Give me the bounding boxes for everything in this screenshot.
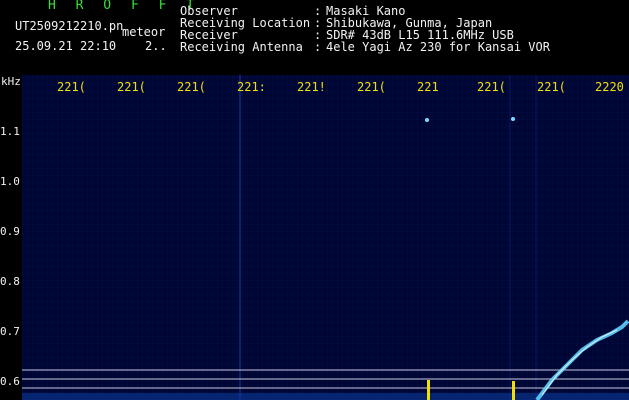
time-tick: 2220 [595,80,624,94]
time-tick: 221! [297,80,326,94]
info-antenna: Receiving Antenna:4ele Yagi Az 230 for K… [180,40,550,54]
time-tick: 221( [537,80,566,94]
spectrogram-plot [22,75,629,400]
freq-tick: 0.8 [0,275,20,288]
freq-tick: 1.1 [0,125,20,138]
meteor-label: meteor [122,25,166,39]
time-tick: 221( [357,80,386,94]
meteor-echo-dot [425,118,429,122]
date-time: 25.09.21 22:10 2.. [15,39,167,53]
meteor-echo-blip [427,380,430,400]
freq-tick: 0.6 [0,375,20,388]
file-name: UT2509212210.pn [15,19,124,33]
freq-tick: 0.9 [0,225,20,238]
time-tick: 221( [477,80,506,94]
freq-tick: 0.7 [0,325,20,338]
meteor-echo-dot [511,117,515,121]
time-tick: 221 [417,80,439,94]
observation-info: Observer: Masaki Kano Receiving Location:… [180,5,550,53]
time-tick: 221: [237,80,266,94]
time-tick: 221( [177,80,206,94]
freq-tick: 1.0 [0,175,20,188]
unit-label: kHz [1,75,21,88]
brand-title: H R O F F T [48,0,201,13]
time-tick: 221( [57,80,86,94]
meteor-echo-blip [512,381,515,400]
meteor-echo-core [541,329,618,396]
time-tick: 221( [117,80,146,94]
spectrogram-svg [22,75,629,400]
